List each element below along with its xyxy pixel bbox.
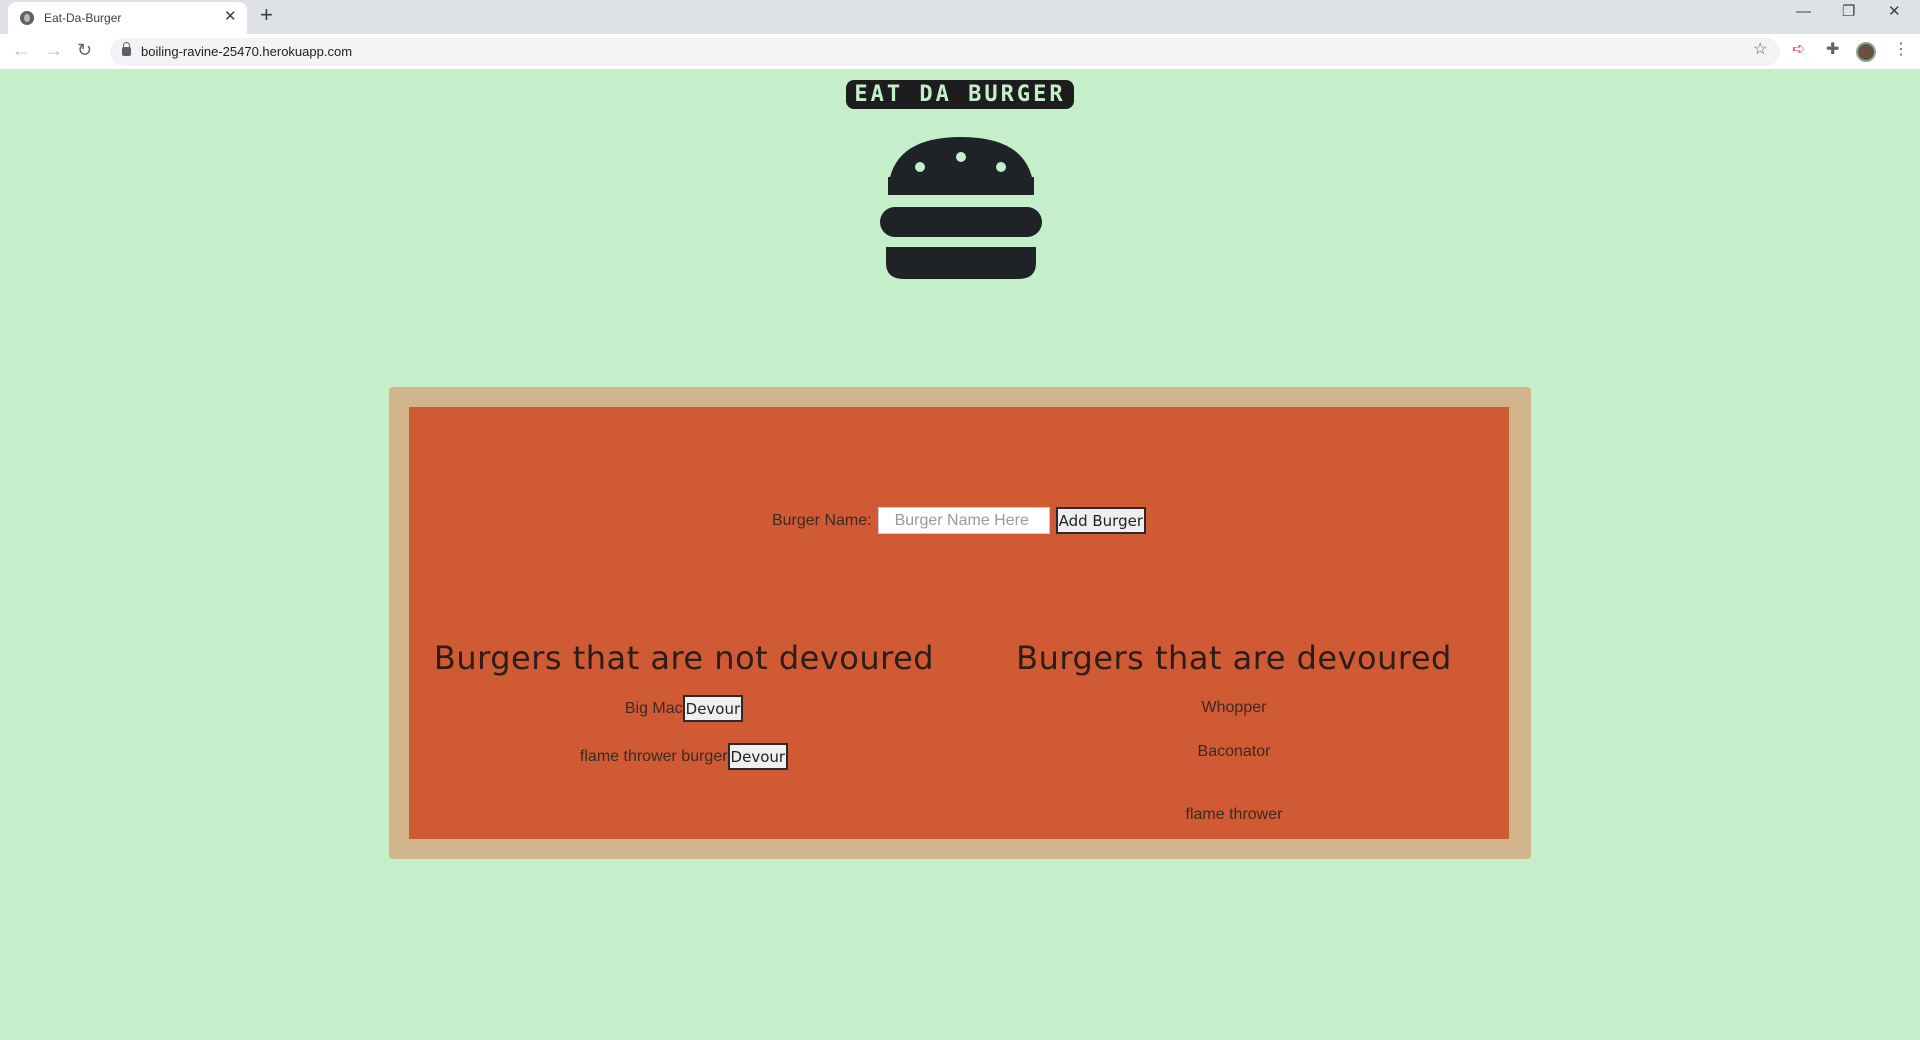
address-bar[interactable]: boiling-ravine-25470.herokuapp.com	[110, 38, 1780, 66]
list-item: flame thrower burger Devour	[409, 743, 959, 770]
tab-title: Eat-Da-Burger	[44, 11, 122, 25]
browser-tab[interactable]: Eat-Da-Burger ✕	[8, 2, 247, 34]
restore-icon[interactable]: ❐	[1842, 4, 1855, 19]
avatar[interactable]	[1856, 42, 1876, 62]
devour-button[interactable]: Devour	[727, 743, 789, 770]
devoured-heading: Burgers that are devoured	[1016, 639, 1452, 677]
bookmark-star-icon[interactable]: ☆	[1753, 39, 1767, 59]
burger-frame: Burger Name: Add Burger Burgers that are…	[389, 387, 1531, 859]
menu-icon[interactable]: ⋮	[1893, 42, 1909, 58]
window-close-icon[interactable]: ✕	[1888, 4, 1901, 19]
not-devoured-column: Burgers that are not devoured Big Mac De…	[409, 639, 959, 770]
back-icon[interactable]: ←	[12, 41, 30, 59]
list-item: Big Mac Devour	[409, 695, 959, 722]
add-burger-form: Burger Name: Add Burger	[409, 507, 1509, 534]
add-burger-button[interactable]: Add Burger	[1055, 507, 1147, 534]
extension-icon[interactable]: ➪	[1792, 42, 1805, 58]
url-text[interactable]: boiling-ravine-25470.herokuapp.com	[141, 44, 352, 59]
tab-close-icon[interactable]: ✕	[224, 9, 237, 24]
list-item: Baconator	[1197, 743, 1271, 760]
devoured-column: Burgers that are devoured Whopper Bacona…	[959, 639, 1509, 824]
site-title: EAT DA BURGER	[0, 80, 1920, 109]
burger-name: flame thrower burger	[579, 747, 728, 765]
list-item: flame thrower	[1185, 806, 1283, 823]
minimize-icon[interactable]: —	[1796, 4, 1811, 19]
burger-icon	[880, 137, 1042, 279]
devour-button[interactable]: Devour	[682, 695, 744, 722]
puzzle-icon[interactable]: ✚	[1826, 42, 1839, 58]
burger-name-label: Burger Name:	[771, 511, 872, 529]
forward-icon[interactable]: →	[45, 41, 63, 59]
globe-icon	[20, 11, 34, 25]
lock-icon[interactable]	[122, 42, 131, 56]
list-item: Whopper	[1201, 699, 1267, 716]
not-devoured-heading: Burgers that are not devoured	[433, 639, 935, 677]
new-tab-icon[interactable]: +	[260, 4, 273, 26]
browser-toolbar: ← → ↻ boiling-ravine-25470.herokuapp.com…	[0, 34, 1920, 70]
burger-name-input[interactable]	[877, 507, 1050, 534]
browser-tab-bar: Eat-Da-Burger ✕ + — ❐ ✕	[0, 0, 1920, 34]
page: EAT DA BURGER Burger Name: Add Burger Bu…	[0, 70, 1920, 1040]
burger-name: Big Mac	[624, 699, 683, 717]
site-title-text: EAT DA BURGER	[846, 80, 1074, 109]
burger-panel: Burger Name: Add Burger Burgers that are…	[409, 407, 1509, 839]
reload-icon[interactable]: ↻	[77, 41, 92, 59]
